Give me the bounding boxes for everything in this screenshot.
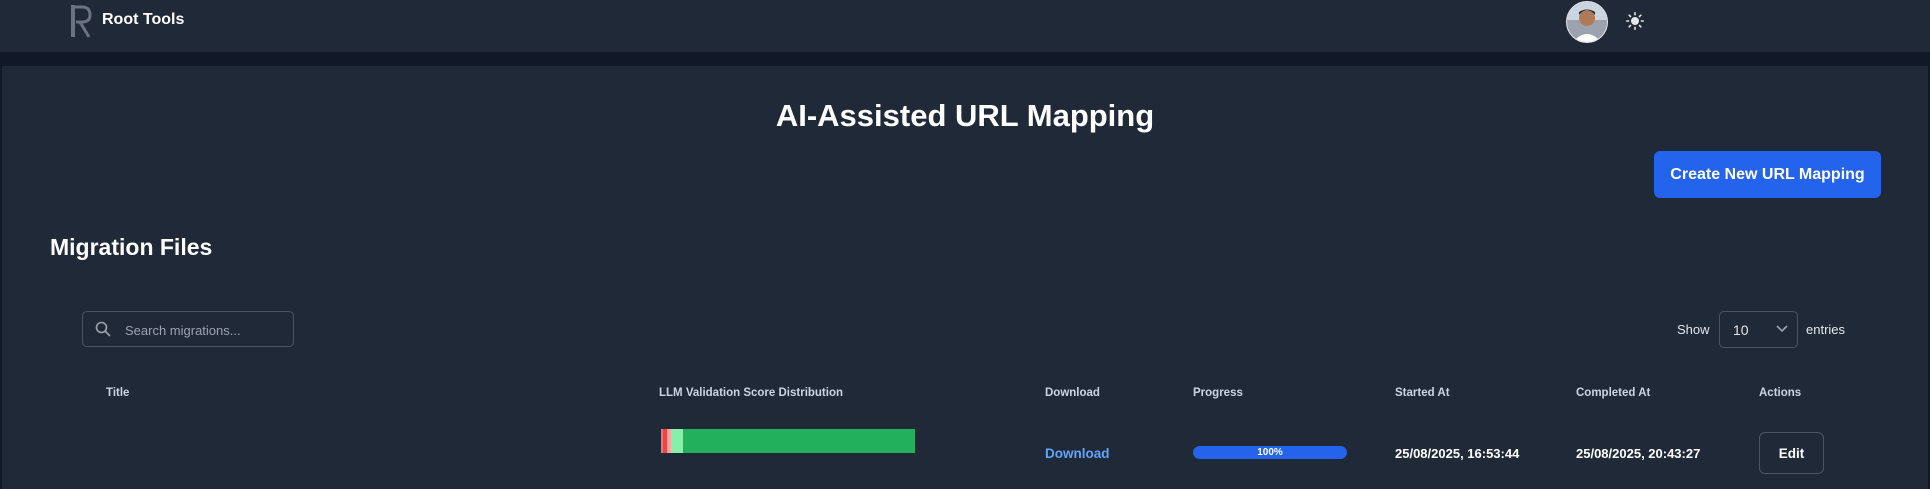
column-header-progress[interactable]: Progress <box>1193 387 1243 399</box>
root-tools-logo-icon[interactable] <box>70 3 94 39</box>
score-segment <box>683 429 915 453</box>
page-title: AI-Assisted URL Mapping <box>775 98 1155 133</box>
progress-label: 100% <box>1257 447 1283 458</box>
score-distribution-bar <box>661 429 915 453</box>
search-box <box>82 311 294 348</box>
progress-bar: 100% <box>1193 446 1347 459</box>
avatar-image <box>1567 2 1607 42</box>
column-header-title[interactable]: Title <box>106 387 129 399</box>
column-header-started-at[interactable]: Started At <box>1395 387 1450 399</box>
column-header-download[interactable]: Download <box>1045 387 1100 399</box>
brand-name[interactable]: Root Tools <box>102 11 184 29</box>
chevron-down-icon <box>1776 325 1788 333</box>
entries-per-page-select[interactable]: 10 <box>1719 311 1798 348</box>
sun-icon[interactable] <box>1626 12 1644 30</box>
column-header-completed-at[interactable]: Completed At <box>1576 387 1650 399</box>
download-link[interactable]: Download <box>1045 446 1110 461</box>
column-header-score-distribution[interactable]: LLM Validation Score Distribution <box>659 387 843 399</box>
show-label: Show <box>1677 322 1710 337</box>
column-header-actions: Actions <box>1759 387 1802 399</box>
entries-label: entries <box>1806 322 1846 337</box>
top-navbar: Root Tools <box>0 0 1930 53</box>
search-input[interactable] <box>123 312 293 348</box>
score-segment <box>671 429 684 453</box>
search-icon <box>95 321 111 337</box>
entries-select-value: 10 <box>1733 322 1749 338</box>
edit-button[interactable]: Edit <box>1759 432 1824 474</box>
section-title: Migration Files <box>50 234 213 260</box>
started-at-cell: 25/08/2025, 16:53:44 <box>1395 446 1520 461</box>
header-divider <box>0 52 1930 66</box>
avatar[interactable] <box>1566 1 1608 43</box>
create-url-mapping-button[interactable]: Create New URL Mapping <box>1654 151 1881 198</box>
completed-at-cell: 25/08/2025, 20:43:27 <box>1576 446 1701 461</box>
